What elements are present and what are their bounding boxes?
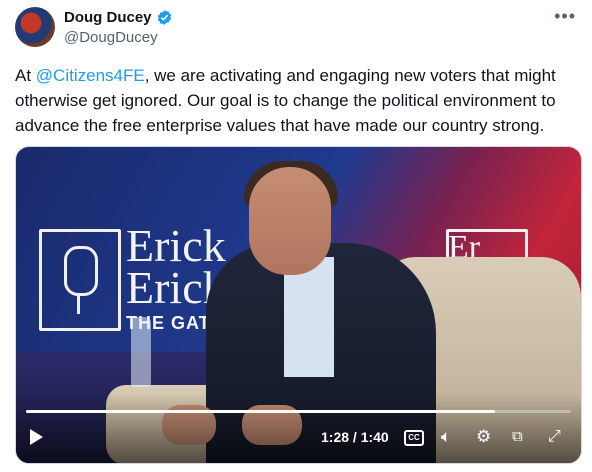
speaker-head [249,167,331,275]
water-bottle [131,317,151,387]
author-handle[interactable]: @DougDucey [64,29,158,46]
podcast-mic-logo [39,229,121,331]
tweet-prefix: At [15,66,36,85]
settings-gear-icon[interactable]: ⚙ [476,427,491,447]
more-options-icon[interactable]: ••• [554,6,576,27]
tweet-text: At @Citizens4FE, we are activating and e… [15,63,580,138]
author-name-row[interactable]: Doug Ducey [64,9,173,26]
verified-badge-icon [157,10,171,25]
volume-icon[interactable]: 🔈︎ [441,427,451,447]
backdrop-brand-line: Erick [126,220,226,271]
picture-in-picture-icon[interactable]: ⧉ [512,427,523,447]
avatar[interactable] [15,7,55,47]
progress-bar[interactable] [26,410,571,413]
video-player[interactable]: Erick Ericks THE GATH Er 1:28 / 1:40 CC … [15,146,582,464]
author-display-name[interactable]: Doug Ducey [64,9,152,26]
speaker-shirt [284,257,334,377]
video-time: 1:28 / 1:40 [321,429,389,445]
play-icon[interactable] [30,429,43,445]
fullscreen-icon[interactable]: ⤢ [548,427,561,447]
controls-overlay [16,393,581,463]
captions-icon[interactable]: CC [404,430,424,446]
progress-fill [26,410,495,413]
mention-link[interactable]: @Citizens4FE [36,66,145,85]
